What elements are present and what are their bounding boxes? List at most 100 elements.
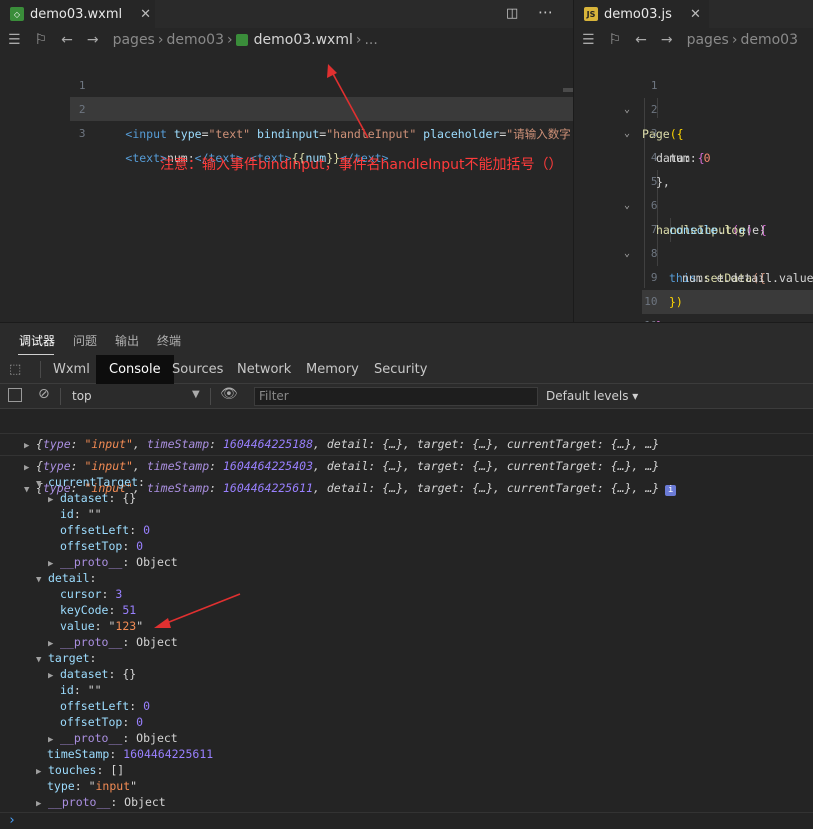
list-icon[interactable]: ☰ xyxy=(8,32,21,48)
code-line: 1 ⌄ Page({ xyxy=(574,50,813,141)
tab-debugger[interactable]: 调试器 xyxy=(19,332,55,349)
code-line: 11 }) xyxy=(574,290,813,357)
tree-node[interactable]: ▶ __proto__: Object xyxy=(48,730,178,746)
expand-triangle-icon[interactable]: ▶ xyxy=(36,796,48,812)
tree-key: dataset xyxy=(60,491,109,505)
console-prompt[interactable]: › xyxy=(8,813,16,829)
divider xyxy=(60,388,61,405)
tree-node: value: "123" xyxy=(60,619,144,633)
annotation-arrow xyxy=(154,593,241,628)
clear-console-icon[interactable]: ⊘ xyxy=(38,386,50,402)
expand-triangle-icon[interactable]: ▶ xyxy=(48,668,60,684)
tree-key: type xyxy=(47,779,75,793)
tab-sources[interactable]: Sources xyxy=(172,355,223,384)
code-line: 2 ⌄ data: { xyxy=(574,74,813,165)
forward-arrow-icon[interactable]: → xyxy=(661,32,673,48)
caret-down-icon[interactable]: ▼ xyxy=(192,389,200,400)
collapse-triangle-icon[interactable]: ▼ xyxy=(36,572,48,588)
tree-key: __proto__ xyxy=(60,635,123,649)
tab-output[interactable]: 输出 xyxy=(115,332,139,349)
breadcrumb-item[interactable]: pages xyxy=(687,32,729,48)
close-icon[interactable]: ✕ xyxy=(690,7,701,22)
tree-key: timeStamp xyxy=(47,747,110,761)
tree-key: currentTarget xyxy=(48,475,139,489)
breadcrumb-item[interactable]: ... xyxy=(364,32,377,48)
code-line: 6 console.log(e) xyxy=(574,170,813,237)
back-arrow-icon[interactable]: ← xyxy=(635,32,647,48)
sidebar-toggle-icon[interactable] xyxy=(8,388,22,402)
wxml-file-icon xyxy=(235,34,248,46)
tree-node[interactable]: ▶ touches: [] xyxy=(36,762,124,778)
tree-node[interactable]: ▶ __proto__: Object xyxy=(36,794,166,810)
console-log-row[interactable]: ▶ {type: "input", timeStamp: 160446422518… xyxy=(0,411,813,451)
console-output: ▶ {type: "input", timeStamp: 160446422518… xyxy=(0,409,813,829)
divider xyxy=(210,388,211,405)
tree-node[interactable]: ▶ dataset: {} xyxy=(48,666,136,682)
eye-icon[interactable]: 👁 xyxy=(220,386,238,402)
breadcrumb-item[interactable]: demo03.wxml xyxy=(254,32,353,48)
devtools-tab-bar: ⬚ Wxml Console Sources Network Memory Se… xyxy=(0,355,813,384)
tab-wxml[interactable]: Wxml xyxy=(53,355,90,384)
breadcrumb-item[interactable]: demo03 xyxy=(166,32,224,48)
tab-problems[interactable]: 问题 xyxy=(73,332,97,349)
collapse-triangle-icon[interactable]: ▼ xyxy=(24,479,36,501)
close-icon[interactable]: ✕ xyxy=(140,7,151,22)
js-file-icon: JS xyxy=(584,7,598,21)
back-arrow-icon[interactable]: ← xyxy=(61,32,73,48)
code-line: 3 num: 0 xyxy=(574,98,813,165)
tree-value: "" xyxy=(87,507,102,521)
context-select[interactable]: top xyxy=(72,389,92,403)
wxml-editor: ◇ demo03.wxml ✕ ◫ ⋯ ☰ ⚐ ← → pages › demo… xyxy=(0,0,619,322)
list-icon[interactable]: ☰ xyxy=(582,32,595,48)
tree-node[interactable]: ▶ __proto__: Object xyxy=(48,554,178,570)
code-line: 10 } xyxy=(574,266,813,333)
tree-value: {} xyxy=(122,667,137,681)
collapse-triangle-icon[interactable]: ▼ xyxy=(36,476,48,492)
tree-key: touches xyxy=(48,763,97,777)
tree-node[interactable]: ▼ target: xyxy=(36,650,96,666)
collapse-triangle-icon[interactable]: ▼ xyxy=(36,652,48,668)
tree-value: 3 xyxy=(115,587,123,601)
tree-key: offsetTop xyxy=(60,715,123,729)
info-icon[interactable]: i xyxy=(665,485,677,496)
tab-terminal[interactable]: 终端 xyxy=(157,332,181,349)
tree-value: " xyxy=(88,779,96,793)
breadcrumb-item[interactable]: pages xyxy=(113,32,155,48)
more-actions-icon[interactable]: ⋯ xyxy=(538,3,553,21)
tab-demo03-wxml[interactable]: ◇ demo03.wxml ✕ xyxy=(0,0,155,28)
tree-node[interactable]: ▼ currentTarget: xyxy=(36,474,145,490)
split-editor-icon[interactable]: ◫ xyxy=(506,6,518,21)
tree-node: keyCode: 51 xyxy=(60,603,137,617)
tree-node[interactable]: ▶ dataset: {} xyxy=(48,490,136,506)
tree-value: "" xyxy=(87,683,102,697)
console-toolbar: ⊘ top ▼ 👁 Filter Default levels ▾ xyxy=(0,384,813,409)
tab-security[interactable]: Security xyxy=(374,355,427,384)
chevron-right-icon: › xyxy=(355,32,362,48)
divider xyxy=(0,812,813,813)
breadcrumb-item[interactable]: demo03 xyxy=(740,32,798,48)
tree-key: cursor xyxy=(60,587,102,601)
left-tab-bar: ◇ demo03.wxml ✕ ◫ ⋯ xyxy=(0,0,573,28)
forward-arrow-icon[interactable]: → xyxy=(87,32,99,48)
tab-network[interactable]: Network xyxy=(237,355,291,384)
tree-node[interactable]: ▼ detail: xyxy=(36,570,96,586)
code-line: 5 ⌄ handleInput(e) { xyxy=(574,146,813,237)
tree-node[interactable]: ▶ __proto__: Object xyxy=(48,634,178,650)
expand-triangle-icon[interactable]: ▶ xyxy=(48,492,60,508)
log-levels-select[interactable]: Default levels ▾ xyxy=(546,389,638,403)
tab-label: demo03.wxml xyxy=(30,6,123,22)
js-editor: JS demo03.js ✕ ☰ ⚐ ← → pages › demo03 1 … xyxy=(573,0,813,357)
console-log-row[interactable]: ▶ {type: "input", timeStamp: 160446422540… xyxy=(0,433,813,473)
bookmark-icon[interactable]: ⚐ xyxy=(609,32,622,48)
tab-memory[interactable]: Memory xyxy=(306,355,359,384)
wxml-file-icon: ◇ xyxy=(10,7,24,21)
tab-console[interactable]: Console xyxy=(96,355,174,384)
tree-key: offsetLeft xyxy=(60,699,130,713)
annotation-arrow xyxy=(327,64,369,139)
tree-value: Object xyxy=(136,555,178,569)
inspect-element-icon[interactable]: ⬚ xyxy=(9,362,21,377)
bookmark-icon[interactable]: ⚐ xyxy=(35,32,48,48)
tab-demo03-js[interactable]: JS demo03.js ✕ xyxy=(574,0,709,28)
filter-input[interactable]: Filter xyxy=(254,387,538,406)
tree-value: 0 xyxy=(143,699,151,713)
